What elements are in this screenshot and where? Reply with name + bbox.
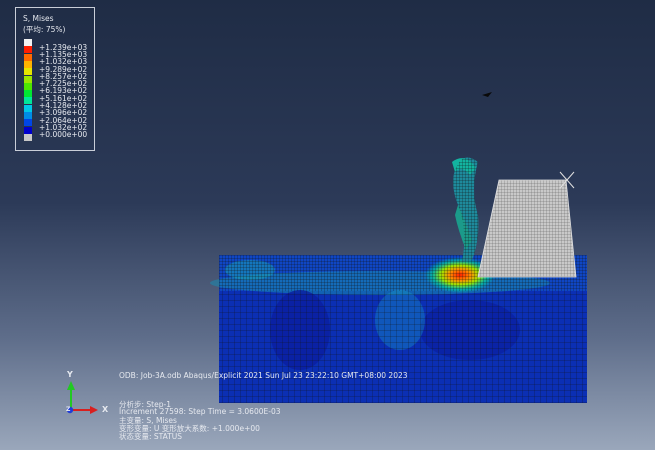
triad-z-label: Z [66,406,71,413]
odb-info-line: ODB: Job-3A.odb Abaqus/Explicit 2021 Sun… [119,371,408,380]
cutting-tool [477,171,577,278]
triad-x-label: X [102,405,109,414]
status-var-line: 状态变量: STATUS [119,432,183,441]
triad-y-label: Y [67,370,73,379]
cursor-icon [482,92,492,97]
axis-triad [66,381,98,414]
model-graphics [66,92,587,414]
viewport-canvas[interactable]: S, Mises (平均: 75%) +1.239e+03 +1.135e+03 +… [0,0,655,450]
chip-mesh [452,157,479,262]
